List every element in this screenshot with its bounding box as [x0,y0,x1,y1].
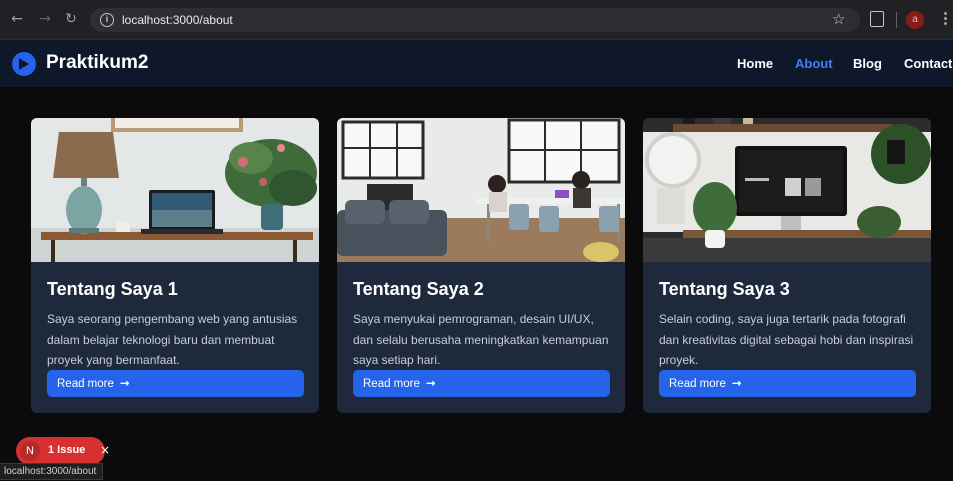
arrow-right-icon: → [119,376,130,390]
toolbar-divider [896,12,897,28]
site-header: Praktikum2 Home About Blog Contact [0,40,953,87]
read-more-label: Read more [363,378,420,390]
read-more-button[interactable]: Read more → [353,370,610,397]
arrow-right-icon: → [425,376,436,390]
read-more-button[interactable]: Read more → [659,370,916,397]
brand-name[interactable]: Praktikum2 [46,52,148,74]
card-image-workstation [643,118,931,262]
address-bar[interactable]: i localhost:3000/about [90,8,860,32]
nav-link-home[interactable]: Home [737,56,773,71]
reload-icon[interactable]: ↻ [62,10,80,28]
card-image-office [337,118,625,262]
card-description: Saya menyukai pemrograman, desain UI/UX,… [353,312,609,367]
about-card-1: Tentang Saya 1 Saya seorang pengembang w… [31,118,319,413]
back-arrow-icon[interactable]: ← [8,10,26,28]
browser-toolbar: ← → ↻ i localhost:3000/about ☆ a ⋮ [0,0,953,40]
extensions-icon[interactable] [870,11,884,27]
about-card-2: Tentang Saya 2 Saya menyukai pemrograman… [337,118,625,413]
profile-avatar[interactable]: a [906,11,924,29]
card-body: Tentang Saya 1 Saya seorang pengembang w… [47,278,303,371]
card-description: Saya seorang pengembang web yang antusia… [47,312,298,367]
browser-menu-icon[interactable]: ⋮ [938,10,953,28]
site-info-icon[interactable]: i [100,13,114,27]
card-title: Tentang Saya 2 [353,279,484,299]
nextjs-logo-icon[interactable]: N [20,441,40,461]
bookmark-star-icon[interactable]: ☆ [832,10,845,28]
address-url[interactable]: localhost:3000/about [122,13,233,27]
nav-link-contact[interactable]: Contact [904,56,952,71]
card-body: Tentang Saya 3 Selain coding, saya juga … [659,278,915,371]
brand-logo-icon[interactable] [12,52,36,76]
card-description: Selain coding, saya juga tertarik pada f… [659,312,914,367]
link-status-bar: localhost:3000/about [0,463,104,480]
read-more-label: Read more [669,378,726,390]
card-title: Tentang Saya 3 [659,279,790,299]
dev-issues-badge[interactable]: N 1 Issue × [16,437,110,465]
card-title: Tentang Saya 1 [47,279,178,299]
card-body: Tentang Saya 2 Saya menyukai pemrograman… [353,278,609,371]
read-more-label: Read more [57,378,114,390]
nav-link-blog[interactable]: Blog [853,56,882,71]
close-icon[interactable]: × [100,443,110,457]
about-card-3: Tentang Saya 3 Selain coding, saya juga … [643,118,931,413]
card-image-desk-lamp [31,118,319,262]
forward-arrow-icon[interactable]: → [36,10,54,28]
nav-link-about[interactable]: About [795,56,833,71]
issues-count-label[interactable]: 1 Issue [48,444,85,456]
read-more-button[interactable]: Read more → [47,370,304,397]
arrow-right-icon: → [731,376,742,390]
